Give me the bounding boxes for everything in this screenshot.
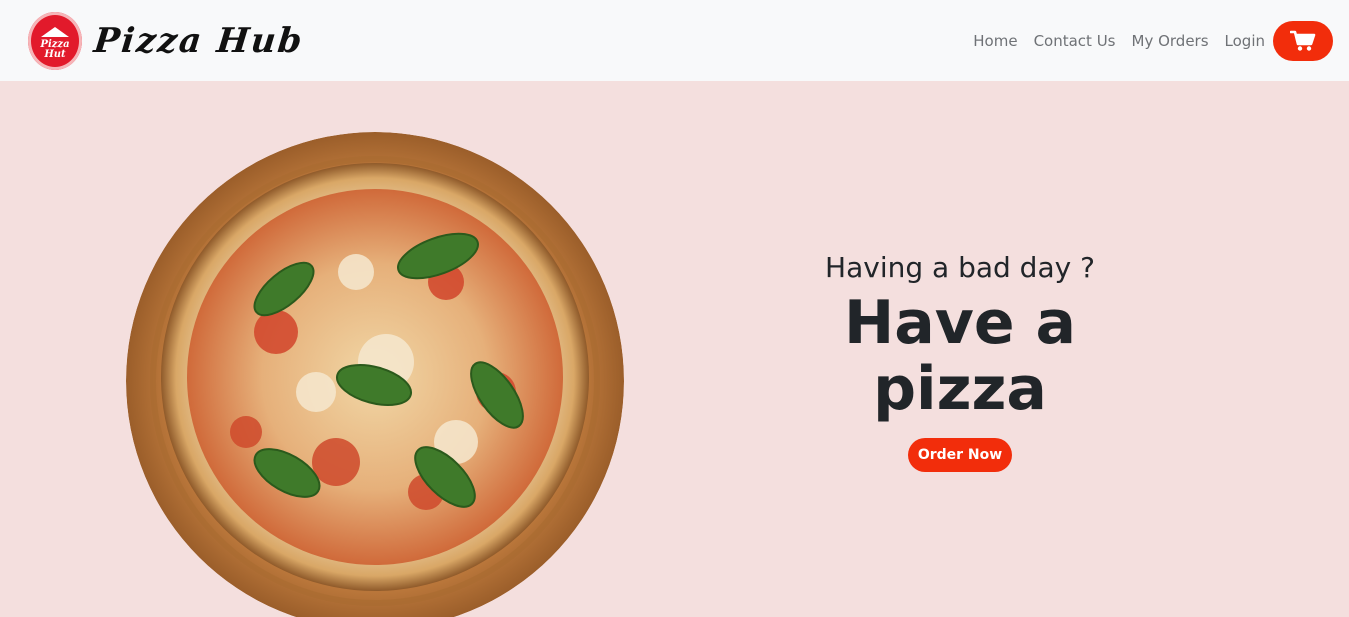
nav-link-login[interactable]: Login [1225, 32, 1265, 50]
nav-link-my-orders[interactable]: My Orders [1132, 32, 1209, 50]
brand-name: Pizza Hub [91, 20, 306, 61]
navbar: Pizza Hut Pizza Hub Home Contact Us My O… [0, 0, 1349, 81]
hero-section: Having a bad day ? Have a pizza Order No… [0, 81, 1349, 617]
svg-text:Hut: Hut [43, 49, 66, 60]
pizza-image [126, 132, 624, 617]
hero-tagline: Having a bad day ? [825, 251, 1095, 284]
order-now-button[interactable]: Order Now [907, 438, 1013, 472]
hero-text: Having a bad day ? Have a pizza Order No… [760, 251, 1160, 472]
nav-link-home[interactable]: Home [973, 32, 1017, 50]
pizza-hut-logo: Pizza Hut [28, 11, 82, 70]
nav-links: Home Contact Us My Orders Login [973, 20, 1333, 61]
hero-headline: Have a pizza [844, 288, 1076, 424]
shopping-cart-icon [1290, 30, 1316, 51]
cart-button[interactable] [1273, 20, 1333, 61]
logo-icon: Pizza Hut [39, 26, 70, 60]
nav-link-contact-us[interactable]: Contact Us [1034, 32, 1116, 50]
brand-link[interactable]: Pizza Hut Pizza Hub [28, 11, 306, 70]
